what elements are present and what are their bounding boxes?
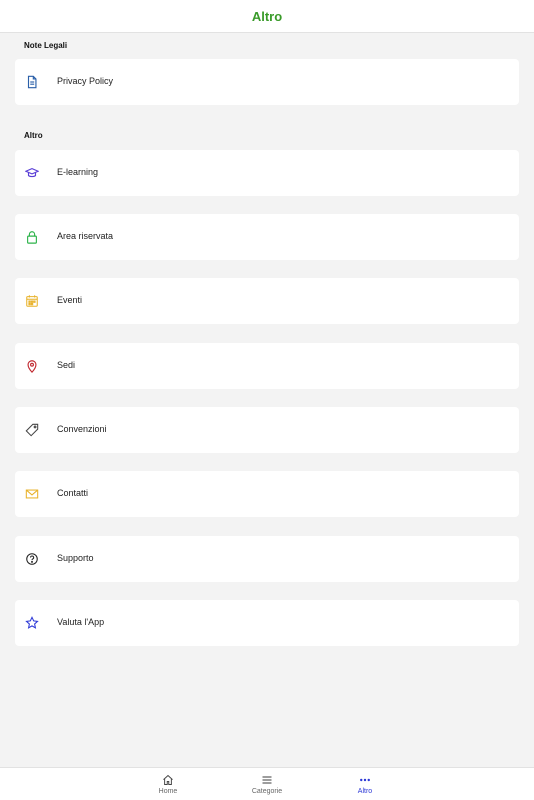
graduation-cap-icon bbox=[24, 165, 40, 181]
menu-item-contatti[interactable]: Contatti bbox=[15, 471, 519, 517]
menu-item-label: Sedi bbox=[57, 360, 76, 370]
mail-icon bbox=[24, 486, 40, 502]
page-title: Altro bbox=[251, 8, 283, 24]
tab-categorie[interactable]: Categorie bbox=[232, 768, 302, 800]
menu-item-label: Privacy Policy bbox=[57, 76, 114, 86]
document-icon bbox=[24, 74, 40, 90]
menu-icon bbox=[262, 776, 272, 784]
menu-item-eventi[interactable]: Eventi bbox=[15, 278, 519, 324]
bottom-tab-bar: Home Categorie Altro bbox=[0, 767, 534, 800]
menu-item-convenzioni[interactable]: Convenzioni bbox=[15, 407, 519, 453]
section-label-other: Altro bbox=[24, 131, 43, 140]
help-icon bbox=[24, 551, 40, 567]
more-icon bbox=[360, 778, 370, 782]
menu-item-e-learning[interactable]: E-learning bbox=[15, 150, 519, 196]
tab-label: Home bbox=[158, 788, 178, 795]
menu-item-label: Contatti bbox=[57, 488, 89, 498]
star-icon bbox=[24, 615, 40, 631]
tab-label: Altro bbox=[357, 788, 373, 795]
tab-home[interactable]: Home bbox=[133, 768, 203, 800]
menu-item-area-riservata[interactable]: Area riservata bbox=[15, 214, 519, 260]
tag-icon bbox=[24, 422, 40, 438]
location-pin-icon bbox=[24, 358, 40, 374]
menu-item-label: Area riservata bbox=[57, 231, 114, 241]
menu-item-label: Valuta l'App bbox=[57, 617, 105, 627]
tab-label: Categorie bbox=[251, 788, 283, 795]
app-header: Altro bbox=[0, 0, 534, 33]
menu-item-label: Convenzioni bbox=[57, 424, 107, 434]
menu-item-valuta-app[interactable]: Valuta l'App bbox=[15, 600, 519, 646]
tab-altro[interactable]: Altro bbox=[330, 768, 400, 800]
menu-item-label: Supporto bbox=[57, 553, 94, 563]
home-icon bbox=[163, 774, 173, 785]
menu-item-supporto[interactable]: Supporto bbox=[15, 536, 519, 582]
menu-item-label: E-learning bbox=[57, 167, 99, 177]
lock-icon bbox=[24, 229, 40, 245]
menu-item-label: Eventi bbox=[57, 295, 83, 305]
section-label-legal: Note Legali bbox=[24, 41, 68, 50]
menu-item-privacy-policy[interactable]: Privacy Policy bbox=[15, 59, 519, 105]
menu-item-sedi[interactable]: Sedi bbox=[15, 343, 519, 389]
calendar-icon bbox=[24, 293, 40, 309]
